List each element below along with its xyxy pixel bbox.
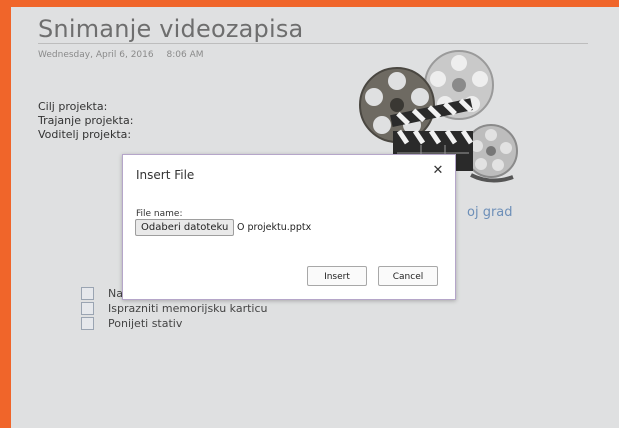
page-title[interactable]: Snimanje videozapisa (38, 15, 303, 43)
todo-checkbox[interactable] (81, 287, 94, 300)
todo-item: Ponijeti stativ (81, 316, 268, 331)
insert-file-dialog: Insert File ✕ File name: Odaberi datotek… (122, 154, 456, 300)
project-fields: Cilj projekta: Trajanje projekta: Vodite… (38, 100, 133, 142)
todo-label[interactable]: Ponijeti stativ (108, 317, 182, 330)
todo-item: Isprazniti memorijsku karticu (81, 301, 268, 316)
todo-checkbox[interactable] (81, 302, 94, 315)
todo-label[interactable]: Na (108, 287, 123, 300)
film-reel-icon (359, 67, 435, 143)
location-link[interactable]: oj grad (467, 205, 513, 220)
page-time: 8:06 AM (166, 50, 204, 60)
close-icon[interactable]: ✕ (431, 163, 445, 179)
field-duration[interactable]: Trajanje projekta: (38, 114, 133, 128)
todo-label[interactable]: Isprazniti memorijsku karticu (108, 302, 268, 315)
title-divider (38, 43, 588, 44)
todo-checkbox[interactable] (81, 317, 94, 330)
page-timestamp: Wednesday, April 6, 2016 8:06 AM (38, 50, 204, 60)
field-lead[interactable]: Voditelj projekta: (38, 128, 133, 142)
selected-file-name: O projektu.pptx (237, 222, 312, 233)
file-name-label: File name: (136, 209, 183, 219)
field-goal[interactable]: Cilj projekta: (38, 100, 133, 114)
page-date: Wednesday, April 6, 2016 (38, 50, 154, 60)
cancel-button[interactable]: Cancel (378, 266, 438, 286)
dialog-title: Insert File (136, 168, 195, 182)
insert-button[interactable]: Insert (307, 266, 367, 286)
choose-file-button[interactable]: Odaberi datoteku (135, 219, 235, 236)
